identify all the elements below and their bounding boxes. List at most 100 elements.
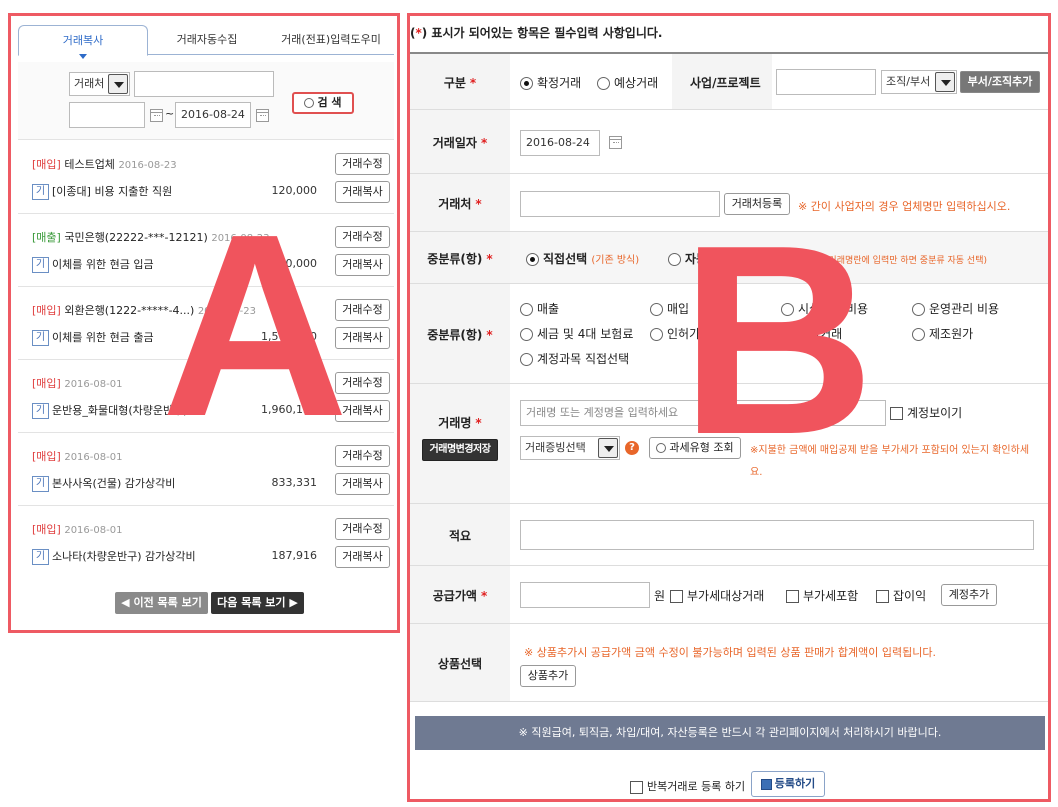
vat-include-checkbox[interactable]: 부가세포함 — [786, 587, 858, 604]
copy-trade-button[interactable]: 거래복사 — [335, 400, 390, 422]
required-mark: * — [475, 416, 482, 430]
list-item-title: [매입] 2016-08-01 — [32, 375, 122, 391]
list-item-desc: 기 본사사옥(건물) 감가상각비 — [32, 475, 312, 492]
row-label: 상품선택 — [410, 624, 510, 701]
radio-cat-other[interactable]: 기타거래 — [781, 325, 842, 342]
copy-trade-button[interactable]: 거래복사 — [335, 473, 390, 495]
date-to-input[interactable]: 2016-08-24 — [175, 102, 251, 128]
next-page-button[interactable]: 다음 목록 보기 ▶ — [211, 592, 304, 614]
trade-name-input[interactable]: 거래명 또는 계정명을 입력하세요 — [520, 400, 886, 426]
vat-target-checkbox[interactable]: 부가세대상거래 — [670, 587, 764, 604]
row-memo: 적요 — [410, 504, 1048, 566]
trade-date: 2016-08-23 — [211, 233, 270, 244]
label-text: 공급가액 — [432, 588, 477, 603]
help-icon[interactable]: ? — [625, 441, 639, 455]
radio-cat-account-direct[interactable]: 계정과목 직접선택 — [520, 350, 629, 367]
required-notice: (*) 표시가 되어있는 항목은 필수입력 사항입니다. — [410, 24, 662, 41]
footer-notice: ※ 직원급여, 퇴직금, 차입/대여, 자산등록은 반드시 각 관리페이지에서 … — [415, 716, 1045, 750]
checkbox-icon — [876, 590, 889, 603]
calendar-icon[interactable] — [256, 109, 269, 122]
radio-cat-purchase[interactable]: 매입 — [650, 300, 689, 317]
radio-label: 자동검색 — [685, 252, 730, 266]
project-input[interactable] — [776, 69, 876, 95]
trade-tag: [매입] — [32, 304, 61, 317]
row-division: 구분 * 확정거래 예상거래 사업/프로젝트 조직/부서 부서/조직추가 — [410, 54, 1048, 110]
edit-trade-button[interactable]: 거래수정 — [335, 226, 390, 248]
row-trade-date: 거래일자 * 2016-08-24 — [410, 110, 1048, 174]
add-account-button[interactable]: 계정추가 — [941, 584, 997, 606]
radio-unchecked-icon — [520, 353, 533, 366]
add-goods-button[interactable]: 상품추가 — [520, 665, 576, 687]
memo-input[interactable] — [520, 520, 1034, 550]
date-from-input[interactable] — [69, 102, 145, 128]
checkbox-icon — [630, 780, 643, 794]
copy-trade-button[interactable]: 거래복사 — [335, 254, 390, 276]
tab-bar: 거래복사 거래자동수집 거래(전표)입력도우미 — [18, 25, 394, 59]
misc-income-checkbox[interactable]: 잡이익 — [876, 587, 926, 604]
tab-input-helper[interactable]: 거래(전표)입력도우미 — [268, 25, 394, 55]
required-mark: * — [469, 75, 477, 90]
search-keyword-input[interactable] — [134, 71, 274, 97]
trade-date-input[interactable]: 2016-08-24 — [520, 130, 600, 156]
supply-amount-input[interactable] — [520, 582, 650, 608]
search-field-select[interactable]: 거래처 — [69, 72, 130, 96]
copy-trade-button[interactable]: 거래복사 — [335, 546, 390, 568]
calendar-icon[interactable] — [150, 109, 163, 122]
tab-copy[interactable]: 거래복사 — [18, 25, 148, 59]
label-text: 중분류(항) — [427, 327, 483, 342]
radio-auto-search[interactable]: 자동검색 (거래처/계정명 상관없이 거래명란에 입력만 하면 중분류 자동 선… — [668, 250, 987, 267]
edit-trade-button[interactable]: 거래수정 — [335, 153, 390, 175]
register-partner-button[interactable]: 거래처등록 — [724, 193, 790, 215]
tab-auto-collect[interactable]: 거래자동수집 — [152, 25, 262, 55]
row-label: 거래명 * 거래명변경저장 — [410, 384, 510, 503]
trade-tag: [매입] — [32, 158, 61, 171]
edit-trade-button[interactable]: 거래수정 — [335, 299, 390, 321]
radio-label: 계정과목 직접선택 — [537, 352, 630, 366]
panel-b: (*) 표시가 되어있는 항목은 필수입력 사항입니다. 구분 * 확정거래 예상… — [407, 13, 1051, 802]
register-button[interactable]: 등록하기 — [751, 771, 825, 797]
ga-badge: 기 — [32, 257, 49, 273]
radio-cat-sales[interactable]: 매출 — [520, 300, 559, 317]
partner-input[interactable] — [520, 191, 720, 217]
radio-unchecked-icon — [650, 303, 663, 316]
select-value: 거래증빙선택 — [525, 441, 586, 454]
radio-confirmed[interactable]: 확정거래 — [520, 74, 581, 91]
ga-badge: 기 — [32, 184, 49, 200]
tax-type-button[interactable]: 과세유형 조회 — [649, 437, 741, 459]
list-item: [매입] 2016-08-01 기 운반용_화물대형(차량운반구)… 1,960,… — [18, 360, 394, 433]
radio-expected[interactable]: 예상거래 — [597, 74, 658, 91]
trade-desc: 이체를 위한 현금 입금 — [52, 258, 154, 271]
radio-cat-facility[interactable]: 시설관리 비용 — [781, 300, 868, 317]
trade-desc: [이종대] 비용 지출한 직원 — [52, 185, 173, 198]
copy-trade-button[interactable]: 거래복사 — [335, 181, 390, 203]
radio-cat-operation[interactable]: 운영관리 비용 — [912, 300, 999, 317]
label-text: 중분류(항) — [427, 251, 483, 266]
edit-trade-button[interactable]: 거래수정 — [335, 372, 390, 394]
edit-trade-button[interactable]: 거래수정 — [335, 518, 390, 540]
radio-cat-license[interactable]: 인허가 및 수수료 — [650, 325, 752, 342]
repeat-trade-checkbox[interactable]: 반복거래로 등록 하기 — [630, 778, 745, 794]
tab-label: 거래자동수집 — [176, 33, 238, 46]
radio-cat-manufacturing[interactable]: 제조원가 — [912, 325, 973, 342]
ga-badge: 기 — [32, 476, 49, 492]
search-note: (거래처/계정명 상관없이 거래명란에 입력만 하면 중분류 자동 선택) — [733, 256, 988, 266]
radio-checked-icon — [520, 77, 533, 90]
show-account-checkbox[interactable]: 계정보이기 — [890, 404, 962, 421]
copy-trade-button[interactable]: 거래복사 — [335, 327, 390, 349]
edit-trade-button[interactable]: 거래수정 — [335, 445, 390, 467]
save-trade-name-button[interactable]: 거래명변경저장 — [422, 439, 498, 461]
goods-note: ※ 상품추가시 공급가액 금액 수정이 불가능하며 입력된 상품 판매가 합계액… — [524, 646, 936, 659]
org-select[interactable]: 조직/부서 — [881, 70, 957, 94]
search-button[interactable]: 검 색 — [292, 92, 354, 114]
radio-cat-tax[interactable]: 세금 및 4대 보험료 — [520, 325, 633, 342]
trade-name-note: ※지불한 금액에 매입공제 받을 부가세가 포함되어 있는지 확인하세요. — [750, 445, 1030, 478]
calendar-icon[interactable] — [609, 136, 622, 149]
radio-label: 확정거래 — [537, 76, 582, 90]
add-org-button[interactable]: 부서/조직추가 — [960, 71, 1040, 93]
list-item-desc: 기 [이종대] 비용 지출한 직원 — [32, 183, 312, 200]
prev-page-button[interactable]: ◀ 이전 목록 보기 — [115, 592, 208, 614]
trade-tag: [매입] — [32, 450, 61, 463]
evidence-select[interactable]: 거래증빙선택 — [520, 436, 620, 460]
radio-direct-select[interactable]: 직접선택 (기존 방식) — [526, 250, 639, 267]
row-label: 거래처 * — [410, 174, 510, 231]
